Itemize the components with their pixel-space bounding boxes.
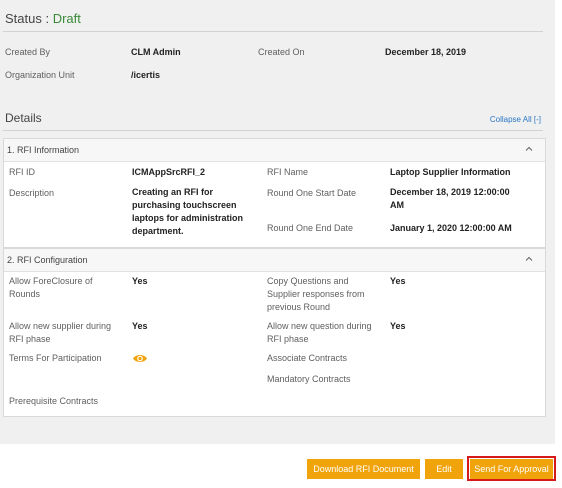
created-on-value: December 18, 2019 (385, 47, 467, 57)
collapse-all-link[interactable]: Collapse All [-] (490, 115, 541, 124)
download-rfi-document-button[interactable]: Download RFI Document (307, 459, 420, 479)
status-line: Status : Draft (5, 11, 81, 26)
created-by-value: CLM Admin (131, 47, 181, 57)
created-by-label: Created By (5, 47, 51, 57)
rfi-configuration-title: 2. RFI Configuration (7, 255, 88, 265)
copy-questions-label: Copy Questions and Supplier responses fr… (267, 276, 365, 312)
rfi-id-value: ICMAppSrcRFI_2 (132, 167, 206, 177)
allow-new-supplier-value: Yes (132, 321, 148, 331)
chevron-up-icon[interactable] (523, 143, 535, 155)
status-value: Draft (52, 11, 81, 26)
allow-foreclosure-label: Allow ForeClosure of Rounds (9, 276, 93, 299)
chevron-up-icon[interactable] (523, 253, 535, 265)
rfi-configuration-section: 2. RFI Configuration Allow ForeClosure o… (3, 248, 546, 417)
associate-contracts-label: Associate Contracts (267, 353, 348, 363)
rfi-id-label: RFI ID (9, 167, 35, 177)
prerequisite-contracts-label: Prerequisite Contracts (9, 396, 99, 406)
rfi-name-label: RFI Name (267, 167, 309, 177)
description-label: Description (9, 188, 55, 198)
description-value: Creating an RFI for purchasing touchscre… (132, 187, 244, 236)
rfi-summary-panel: Status : Draft Created By CLM Admin Crea… (0, 0, 555, 444)
status-label: Status : (5, 11, 50, 26)
rfi-configuration-header[interactable]: 2. RFI Configuration (4, 249, 545, 272)
allow-new-question-value: Yes (390, 321, 406, 331)
rfi-information-header[interactable]: 1. RFI Information (4, 139, 545, 162)
eye-icon[interactable] (132, 353, 148, 364)
round-one-end-label: Round One End Date (267, 223, 354, 233)
org-unit-label: Organization Unit (5, 70, 75, 80)
rfi-information-title: 1. RFI Information (7, 145, 80, 155)
status-divider (3, 31, 543, 32)
mandatory-contracts-label: Mandatory Contracts (267, 374, 351, 384)
rfi-name-value: Laptop Supplier Information (390, 167, 511, 177)
round-one-end-value: January 1, 2020 12:00:00 AM (390, 223, 512, 233)
round-one-start-value: December 18, 2019 12:00:00 AM (390, 187, 510, 210)
rfi-information-section: 1. RFI Information RFI ID ICMAppSrcRFI_2… (3, 138, 546, 248)
org-unit-value: /icertis (131, 70, 161, 80)
allow-foreclosure-value: Yes (132, 276, 148, 286)
send-for-approval-button[interactable]: Send For Approval (470, 459, 553, 479)
round-one-start-label: Round One Start Date (267, 188, 357, 198)
created-on-label: Created On (258, 47, 305, 57)
copy-questions-value: Yes (390, 276, 406, 286)
details-divider (3, 130, 543, 131)
terms-label: Terms For Participation (9, 353, 102, 363)
allow-new-question-label: Allow new question during RFI phase (267, 321, 372, 344)
edit-button[interactable]: Edit (425, 459, 463, 479)
details-title: Details (5, 111, 42, 125)
allow-new-supplier-label: Allow new supplier during RFI phase (9, 321, 112, 344)
